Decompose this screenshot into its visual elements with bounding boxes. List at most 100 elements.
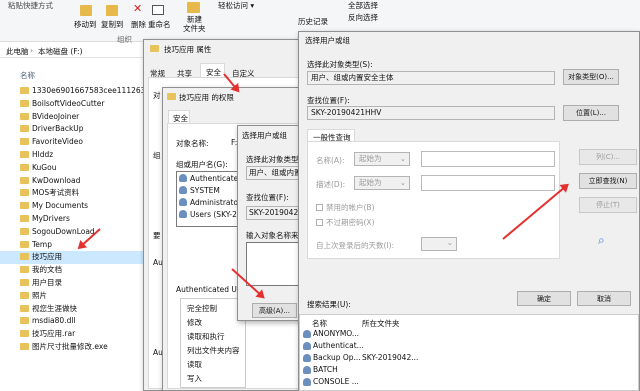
breadcrumb-drive[interactable]: 本地磁盘 (F:)	[38, 46, 83, 57]
perm-read-execute: 读取和执行	[187, 332, 225, 341]
props-side-label-1: 对	[153, 91, 161, 100]
file-item[interactable]: 用户目录	[0, 277, 145, 290]
file-item[interactable]: 技巧应用	[0, 251, 145, 265]
query-panel: 名称(A): 起始为 ⌄ 描述(D): 起始为 ⌄ 禁用的帐户(B) 不过期密码(X…	[307, 141, 560, 259]
user-group-icon	[179, 210, 187, 218]
user-group-icon	[179, 198, 187, 206]
columns-button[interactable]: 列(C)...	[579, 149, 637, 165]
days-since-login-select[interactable]: ⌄	[421, 237, 457, 251]
small-dialog-title: 选择用户或组	[242, 131, 287, 140]
result-row[interactable]: Backup Op... SKY-2019042...	[300, 352, 640, 364]
move-to-button[interactable]: 移动到	[74, 19, 97, 30]
description-input[interactable]	[421, 175, 555, 191]
user-system[interactable]: SYSTEM	[179, 186, 220, 196]
select-user-dialog: 选择用户或组 选择此对象类型(S): 用户、组或内置安全主体 对象类型(O)..…	[298, 31, 640, 391]
properties-folder-icon	[150, 45, 159, 52]
props-tab-security[interactable]: 安全	[200, 63, 225, 78]
file-item-label: 图片尺寸批量修改.exe	[32, 341, 108, 351]
user-group-icon	[303, 342, 311, 350]
file-item-label: BoilsoftVideoCutter	[32, 98, 105, 108]
small-location-label: 查找位置(F):	[246, 193, 289, 202]
user-administrators[interactable]: Administrators	[179, 198, 245, 208]
folder-icon	[20, 189, 29, 197]
rename-icon	[152, 5, 164, 15]
small-advanced-button[interactable]: 高级(A)...	[252, 303, 297, 318]
move-to-icon	[80, 5, 92, 16]
days-since-login-label: 自上次登录后的天数(I):	[316, 241, 395, 250]
user-group-icon	[303, 354, 311, 362]
disabled-accounts-checkbox[interactable]: 禁用的帐户(B)	[316, 202, 375, 213]
file-item[interactable]: 图片尺寸批量修改.exe	[0, 341, 145, 354]
user-group-icon	[179, 174, 187, 182]
column-name-header[interactable]: 名称	[20, 70, 35, 81]
ok-button[interactable]: 确定	[517, 291, 571, 306]
file-item[interactable]: KwDownload	[0, 175, 145, 188]
history-button[interactable]: 历史记录	[298, 16, 328, 27]
select-user-dialog-small: 选择用户或组 选择此对象类型(S): 用户、组或内置 查找位置(F): SKY-…	[237, 125, 312, 321]
folder-icon	[20, 138, 29, 146]
name-input[interactable]	[421, 151, 555, 167]
find-now-button[interactable]: 立即查找(N)	[579, 173, 637, 189]
dialog-title: 选择用户或组	[305, 36, 350, 45]
ribbon-paste-shortcut[interactable]: 粘贴快捷方式	[8, 0, 53, 11]
rename-button[interactable]: 重命名	[148, 19, 171, 30]
file-item[interactable]: Hlddz	[0, 149, 145, 162]
folder-icon	[20, 317, 29, 325]
file-item[interactable]: KuGou	[0, 162, 145, 175]
file-item-label: 用户目录	[32, 277, 62, 287]
file-item[interactable]: BoilsoftVideoCutter	[0, 98, 145, 111]
results-list[interactable]: 名称 所在文件夹 ANONYMO... Authenticat... Backup …	[299, 314, 639, 391]
file-item[interactable]: 1330e6901667583cee111263	[0, 85, 145, 98]
file-item-label: FavoriteVideo	[32, 137, 83, 147]
object-type-button[interactable]: 对象类型(O)...	[563, 69, 619, 85]
file-item[interactable]: 视您生涯做快	[0, 303, 145, 316]
location-button[interactable]: 位置(L)...	[563, 105, 619, 121]
stop-button[interactable]: 停止(T)	[579, 197, 637, 213]
file-item[interactable]: 技巧应用.rar	[0, 328, 145, 341]
description-label: 描述(D):	[316, 180, 346, 189]
copy-to-button[interactable]: 复制到	[101, 19, 124, 30]
easy-access-button[interactable]: 轻松访问 ▾	[218, 0, 254, 11]
no-expire-checkbox[interactable]: 不过期密码(X)	[316, 217, 375, 228]
file-item[interactable]: MyDrivers	[0, 213, 145, 226]
select-all-button[interactable]: 全部选择	[348, 0, 378, 11]
folder-icon	[20, 266, 29, 274]
file-item-label: MOS考试资料	[32, 188, 80, 198]
desc-mode-select[interactable]: 起始为 ⌄	[354, 176, 410, 190]
file-item[interactable]: BVideoJoiner	[0, 111, 145, 124]
file-item-label: 1330e6901667583cee111263	[32, 86, 145, 95]
small-names-label: 输入对象名称来选	[246, 231, 306, 240]
file-item-label: KuGou	[32, 162, 57, 172]
file-item[interactable]: FavoriteVideo	[0, 136, 145, 149]
result-name: Authenticat...	[313, 341, 364, 350]
invert-select-button[interactable]: 反向选择	[348, 12, 378, 23]
delete-button[interactable]: 删除	[131, 19, 146, 30]
new-folder-icon	[187, 2, 200, 13]
perm-full-control: 完全控制	[187, 304, 217, 313]
name-mode-select[interactable]: 起始为 ⌄	[354, 152, 410, 166]
result-row[interactable]: BATCH	[300, 364, 640, 376]
user-users[interactable]: Users (SKY-20	[179, 210, 242, 220]
file-item-label: DriverBackUp	[32, 124, 84, 134]
result-row[interactable]: Authenticat...	[300, 340, 640, 352]
new-folder-line2[interactable]: 文件夹	[183, 23, 206, 34]
permissions-tab-security[interactable]: 安全	[168, 110, 190, 124]
breadcrumb-this-pc[interactable]: 此电脑	[6, 46, 29, 57]
file-item[interactable]: Temp	[0, 239, 145, 252]
cancel-button[interactable]: 取消	[577, 291, 631, 306]
desc-mode-value: 起始为	[359, 178, 382, 187]
file-item[interactable]: My Documents	[0, 200, 145, 213]
file-item[interactable]: DriverBackUp	[0, 123, 145, 136]
result-row[interactable]: CONSOLE ...	[300, 376, 640, 388]
result-row[interactable]: ANONYMO...	[300, 328, 640, 340]
user-authenticated[interactable]: Authenticated	[179, 174, 243, 184]
file-item-label: 我的文档	[32, 265, 62, 275]
checkbox-icon	[316, 204, 323, 211]
object-type-label: 选择此对象类型(S):	[307, 60, 373, 69]
file-item[interactable]: 照片	[0, 290, 145, 303]
file-item[interactable]: MOS考试资料	[0, 187, 145, 200]
file-item[interactable]: SogouDownLoad	[0, 226, 145, 239]
file-item[interactable]: 我的文档	[0, 264, 145, 277]
file-item-label: 视您生涯做快	[32, 303, 77, 313]
file-item[interactable]: msdia80.dll	[0, 315, 145, 328]
